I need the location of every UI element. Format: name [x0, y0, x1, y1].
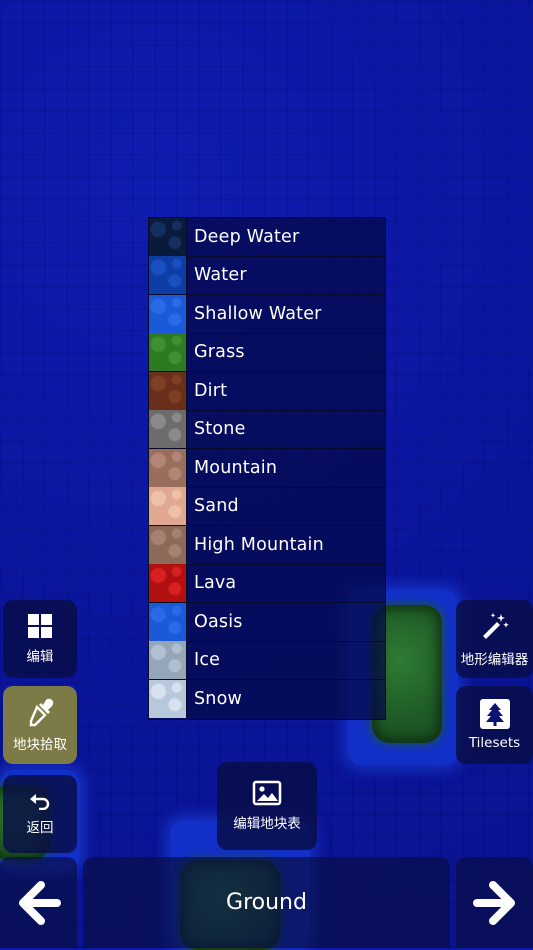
tile-item[interactable]: Ice	[149, 641, 385, 680]
tile-item[interactable]: Grass	[149, 333, 385, 372]
tile-swatch	[149, 525, 187, 564]
layer-selector[interactable]: Ground	[83, 857, 450, 948]
eyedropper-icon	[29, 698, 54, 727]
tile-swatch	[149, 487, 187, 526]
tile-label: Sand	[194, 496, 239, 517]
tile-label: Shallow Water	[194, 303, 322, 324]
next-layer-button[interactable]	[456, 857, 533, 948]
tile-item[interactable]: Oasis	[149, 602, 385, 642]
tile-item[interactable]: Lava	[149, 564, 385, 603]
tile-item[interactable]: Dirt	[149, 371, 385, 411]
tile-label: Snow	[194, 689, 243, 710]
terrain-editor-button[interactable]: 地形编辑器	[456, 600, 533, 678]
tile-swatch	[149, 641, 187, 680]
tile-label: Dirt	[194, 380, 228, 401]
edit-button[interactable]: 编辑	[3, 600, 77, 678]
back-button[interactable]: 返回	[3, 775, 77, 853]
back-label: 返回	[26, 820, 54, 836]
tile-label: Water	[194, 265, 247, 286]
tile-swatch	[149, 448, 187, 487]
tile-swatch	[149, 564, 187, 603]
tile-item[interactable]: Water	[149, 256, 385, 295]
tile-picker-button[interactable]: 地块拾取	[3, 686, 77, 764]
tile-swatch	[149, 217, 187, 256]
tile-item[interactable]: High Mountain	[149, 525, 385, 565]
grid-icon	[28, 614, 52, 638]
tilesets-label: Tilesets	[468, 735, 521, 751]
tilesets-button[interactable]: Tilesets	[456, 686, 533, 764]
tile-swatch	[149, 602, 187, 641]
arrow-right-icon	[472, 880, 515, 925]
undo-icon	[30, 794, 50, 810]
tile-swatch	[149, 371, 187, 410]
tile-label: Grass	[194, 342, 245, 363]
tile-label: Oasis	[194, 611, 243, 632]
tile-item[interactable]: Shallow Water	[149, 294, 385, 334]
edit-tileset-label: 编辑地块表	[233, 816, 301, 832]
tile-swatch	[149, 256, 187, 295]
prev-layer-button[interactable]	[0, 857, 77, 948]
edit-label: 编辑	[26, 649, 54, 665]
tile-item[interactable]: Sand	[149, 487, 385, 526]
tile-swatch	[149, 680, 187, 719]
layer-label: Ground	[226, 890, 307, 915]
tile-label: Stone	[194, 419, 246, 440]
tree-icon	[479, 699, 510, 729]
tile-swatch	[149, 294, 187, 333]
tile-label: Deep Water	[194, 226, 300, 247]
tile-label: Ice	[194, 650, 221, 671]
tile-item[interactable]: Mountain	[149, 448, 385, 488]
terrain-editor-label: 地形编辑器	[460, 652, 529, 668]
tile-label: Mountain	[194, 457, 278, 478]
arrow-left-icon	[18, 880, 61, 925]
tile-item[interactable]: Stone	[149, 410, 385, 449]
tile-swatch	[149, 410, 187, 449]
magic-wand-icon	[482, 613, 509, 639]
tile-swatch	[149, 333, 187, 372]
image-icon	[252, 780, 282, 806]
tile-item[interactable]: Snow	[149, 680, 385, 719]
tile-list: Deep Water Water Shallow Water Grass Dirt Sto…	[148, 217, 386, 720]
pick-label: 地块拾取	[13, 737, 67, 753]
tile-label: High Mountain	[194, 534, 324, 555]
tile-label: Lava	[194, 573, 237, 594]
edit-tileset-button[interactable]: 编辑地块表	[217, 762, 317, 850]
tile-item[interactable]: Deep Water	[149, 217, 385, 257]
